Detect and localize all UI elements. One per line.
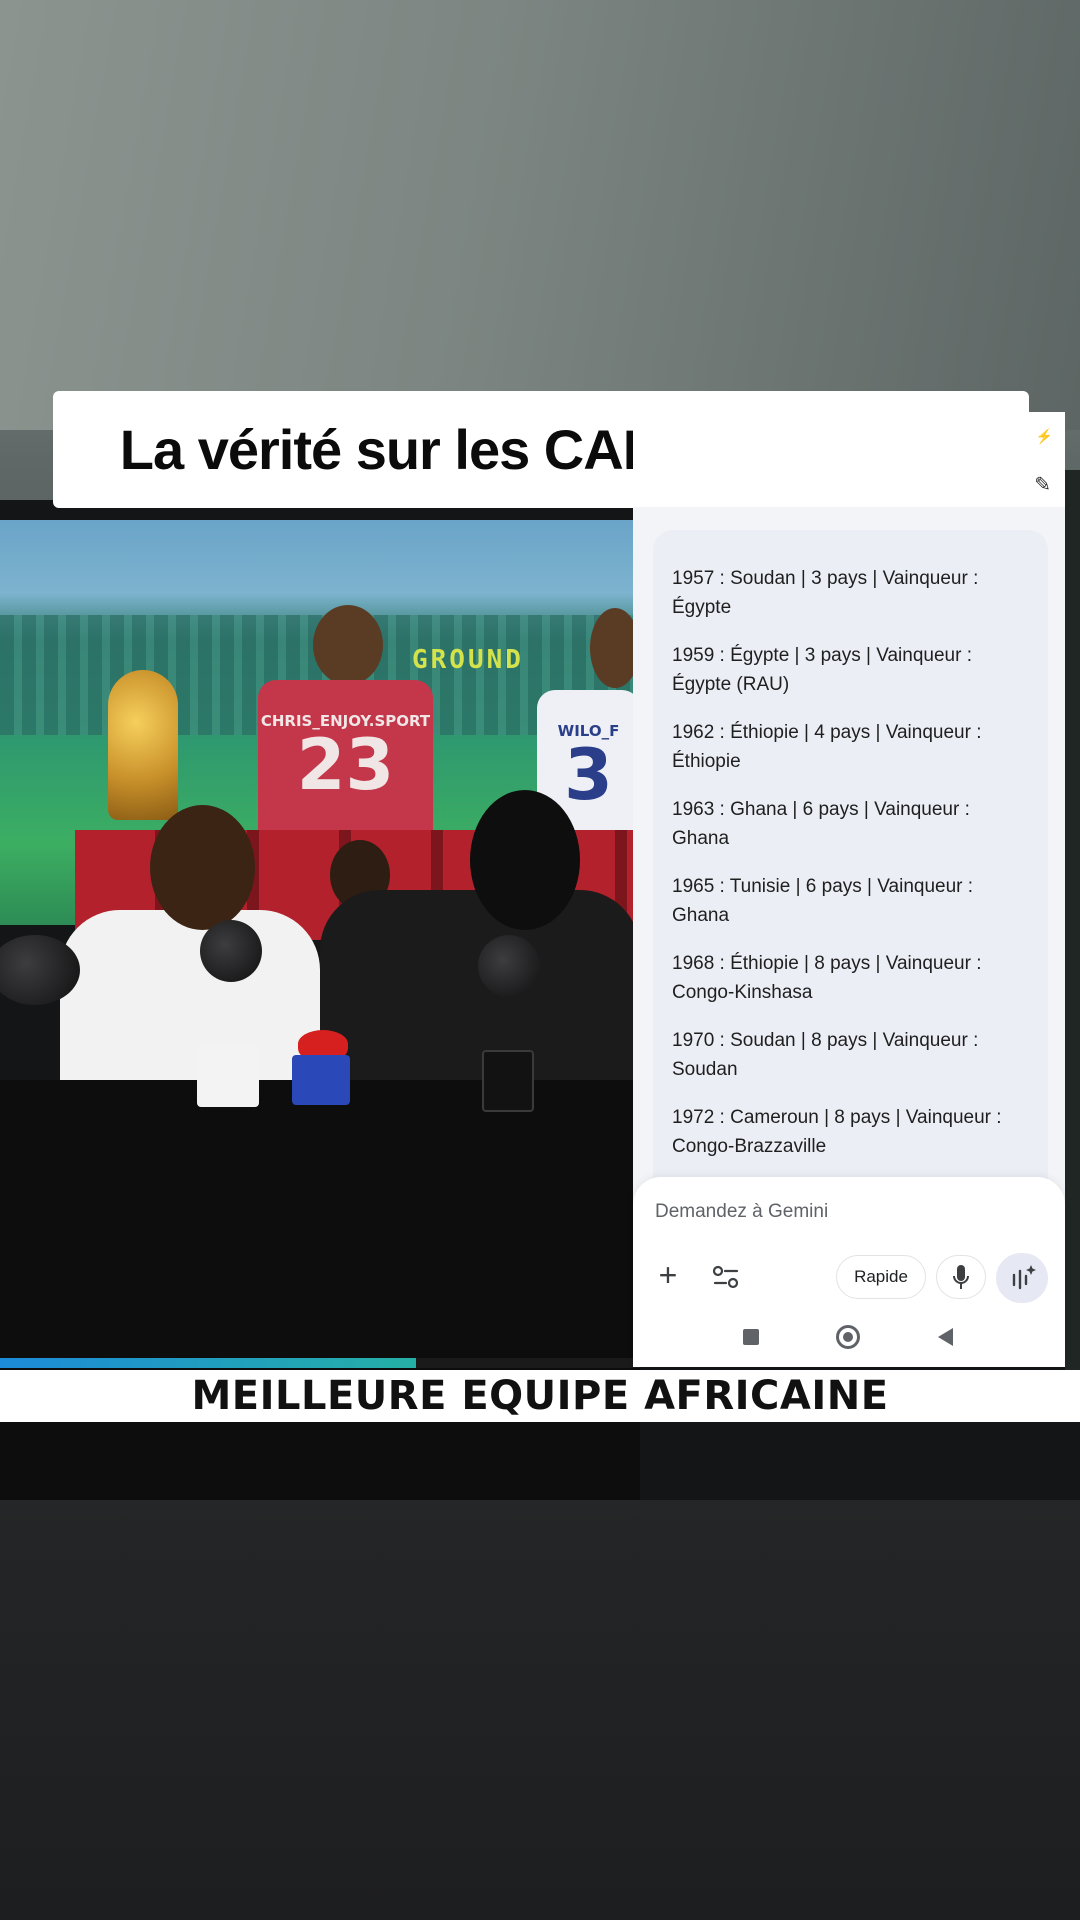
live-button[interactable]	[996, 1253, 1048, 1303]
entry-line: 1968 : Éthiopie | 8 pays | Vainqueur :	[672, 953, 982, 974]
list-item: 1968 : Éthiopie | 8 pays | Vainqueur : Co…	[672, 949, 1032, 1007]
tools-button[interactable]	[711, 1263, 741, 1291]
microphone-icon	[953, 1265, 969, 1289]
home-icon[interactable]	[836, 1325, 860, 1349]
background-top	[0, 0, 1080, 430]
buzzer-base	[292, 1055, 350, 1105]
entry-winner: Égypte	[672, 597, 732, 618]
gemini-topbar: ⚡ ✎	[633, 412, 1065, 507]
plus-icon: +	[658, 1257, 678, 1293]
caption-text: MEILLEURE EQUIPE AFRICAINE	[191, 1373, 889, 1419]
list-item: 1957 : Soudan | 3 pays | Vainqueur : Égyp…	[672, 564, 1032, 622]
entry-line: 1965 : Tunisie | 6 pays | Vainqueur :	[672, 876, 974, 897]
entry-winner: Congo-Kinshasa	[672, 982, 813, 1003]
background-edge	[1065, 470, 1080, 1370]
list-item: 1963 : Ghana | 6 pays | Vainqueur : Ghana	[672, 795, 1032, 853]
entry-line: 1957 : Soudan | 3 pays | Vainqueur :	[672, 568, 979, 589]
video-progress-fill	[0, 1358, 416, 1368]
edit-icon[interactable]: ✎	[1034, 472, 1051, 497]
microphone-button[interactable]	[936, 1255, 986, 1299]
can-list: 1957 : Soudan | 3 pays | Vainqueur : Égyp…	[653, 530, 1048, 1161]
mural-logo: GROUND	[412, 645, 524, 675]
entry-winner: Soudan	[672, 1059, 738, 1080]
list-item: 1970 : Soudan | 8 pays | Vainqueur : Soud…	[672, 1026, 1032, 1084]
model-mode-button[interactable]: Rapide	[836, 1255, 926, 1299]
flash-icon: ⚡	[1035, 428, 1053, 444]
entry-winner: Ghana	[672, 828, 730, 849]
add-button[interactable]: +	[651, 1259, 685, 1293]
entry-line: 1970 : Soudan | 8 pays | Vainqueur :	[672, 1030, 979, 1051]
person-masked-head	[470, 790, 580, 930]
entry-winner: Congo-Brazzaville	[672, 1136, 827, 1157]
mug-black	[482, 1050, 534, 1112]
list-item: 1972 : Cameroun | 8 pays | Vainqueur : Co…	[672, 1103, 1032, 1161]
live-sparkle-icon	[1012, 1265, 1036, 1290]
entry-line: 1962 : Éthiopie | 4 pays | Vainqueur :	[672, 722, 982, 743]
person-head	[150, 805, 255, 930]
microphone-image	[200, 920, 262, 982]
caption-bar: MEILLEURE EQUIPE AFRICAINE	[0, 1370, 1080, 1422]
tools-icon	[712, 1265, 739, 1289]
trophy-image	[108, 670, 178, 820]
android-nav-bar	[633, 1312, 1065, 1362]
list-item: 1965 : Tunisie | 6 pays | Vainqueur : Gha…	[672, 872, 1032, 930]
list-item: 1959 : Égypte | 3 pays | Vainqueur : Égyp…	[672, 641, 1032, 699]
back-icon[interactable]	[938, 1328, 953, 1346]
mural-player-head	[313, 605, 383, 685]
person-black-hoodie	[320, 890, 640, 1100]
gemini-response: 1957 : Soudan | 3 pays | Vainqueur : Égyp…	[653, 530, 1048, 1230]
entry-winner: Ghana	[672, 905, 730, 926]
buzzer-button	[298, 1030, 348, 1058]
microphone-image	[478, 935, 540, 997]
jersey-red: CHRIS_ENJOY.SPORT 23	[258, 680, 433, 850]
recents-icon[interactable]	[743, 1329, 759, 1345]
entry-line: 1972 : Cameroun | 8 pays | Vainqueur :	[672, 1107, 1002, 1128]
person-white-shirt	[60, 910, 320, 1100]
list-item: 1962 : Éthiopie | 4 pays | Vainqueur : Ét…	[672, 718, 1032, 776]
entry-winner: Éthiopie	[672, 751, 741, 772]
mug-white	[197, 1045, 259, 1107]
entry-winner: Égypte (RAU)	[672, 674, 790, 695]
jersey-number: 23	[296, 724, 395, 806]
gemini-input[interactable]: Demandez à Gemini	[655, 1201, 828, 1223]
video-progress-bar[interactable]	[0, 1358, 640, 1368]
entry-line: 1963 : Ghana | 6 pays | Vainqueur :	[672, 799, 970, 820]
gemini-panel: ⚡ ✎ 1957 : Soudan | 3 pays | Vainqueur :…	[633, 412, 1065, 1367]
studio-table	[0, 1080, 640, 1500]
gemini-composer: Demandez à Gemini + Rapide	[633, 1177, 1065, 1367]
entry-line: 1959 : Égypte | 3 pays | Vainqueur :	[672, 645, 972, 666]
